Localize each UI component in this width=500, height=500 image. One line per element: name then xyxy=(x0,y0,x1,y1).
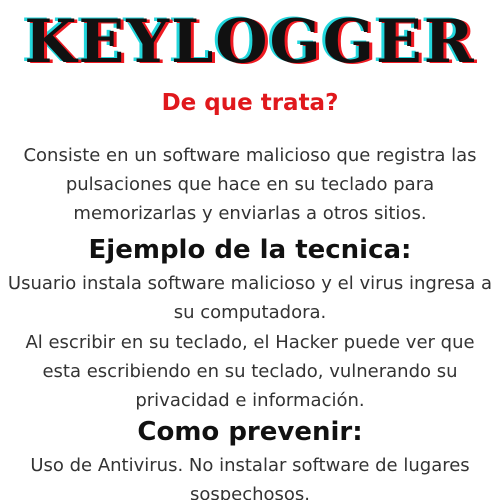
title-text: KEYLOGGER xyxy=(24,7,476,77)
poster-title: KEYLOGGER KEYLOGGER KEYLOGGER xyxy=(0,4,500,80)
subtitle: De que trata? xyxy=(161,90,339,116)
prevent-heading: Como prevenir: xyxy=(137,417,363,447)
example-paragraph-1: Usuario instala software malicioso y el … xyxy=(7,273,493,323)
example-paragraph-2: Al escribir en su teclado, el Hacker pue… xyxy=(25,332,475,411)
example-heading: Ejemplo de la tecnica: xyxy=(88,235,412,265)
prevent-paragraph: Uso de Antivirus. No instalar software d… xyxy=(30,455,470,500)
keylogger-poster: KEYLOGGER KEYLOGGER KEYLOGGER De que tra… xyxy=(0,0,500,500)
intro-paragraph: Consiste en un software malicioso que re… xyxy=(23,145,477,224)
